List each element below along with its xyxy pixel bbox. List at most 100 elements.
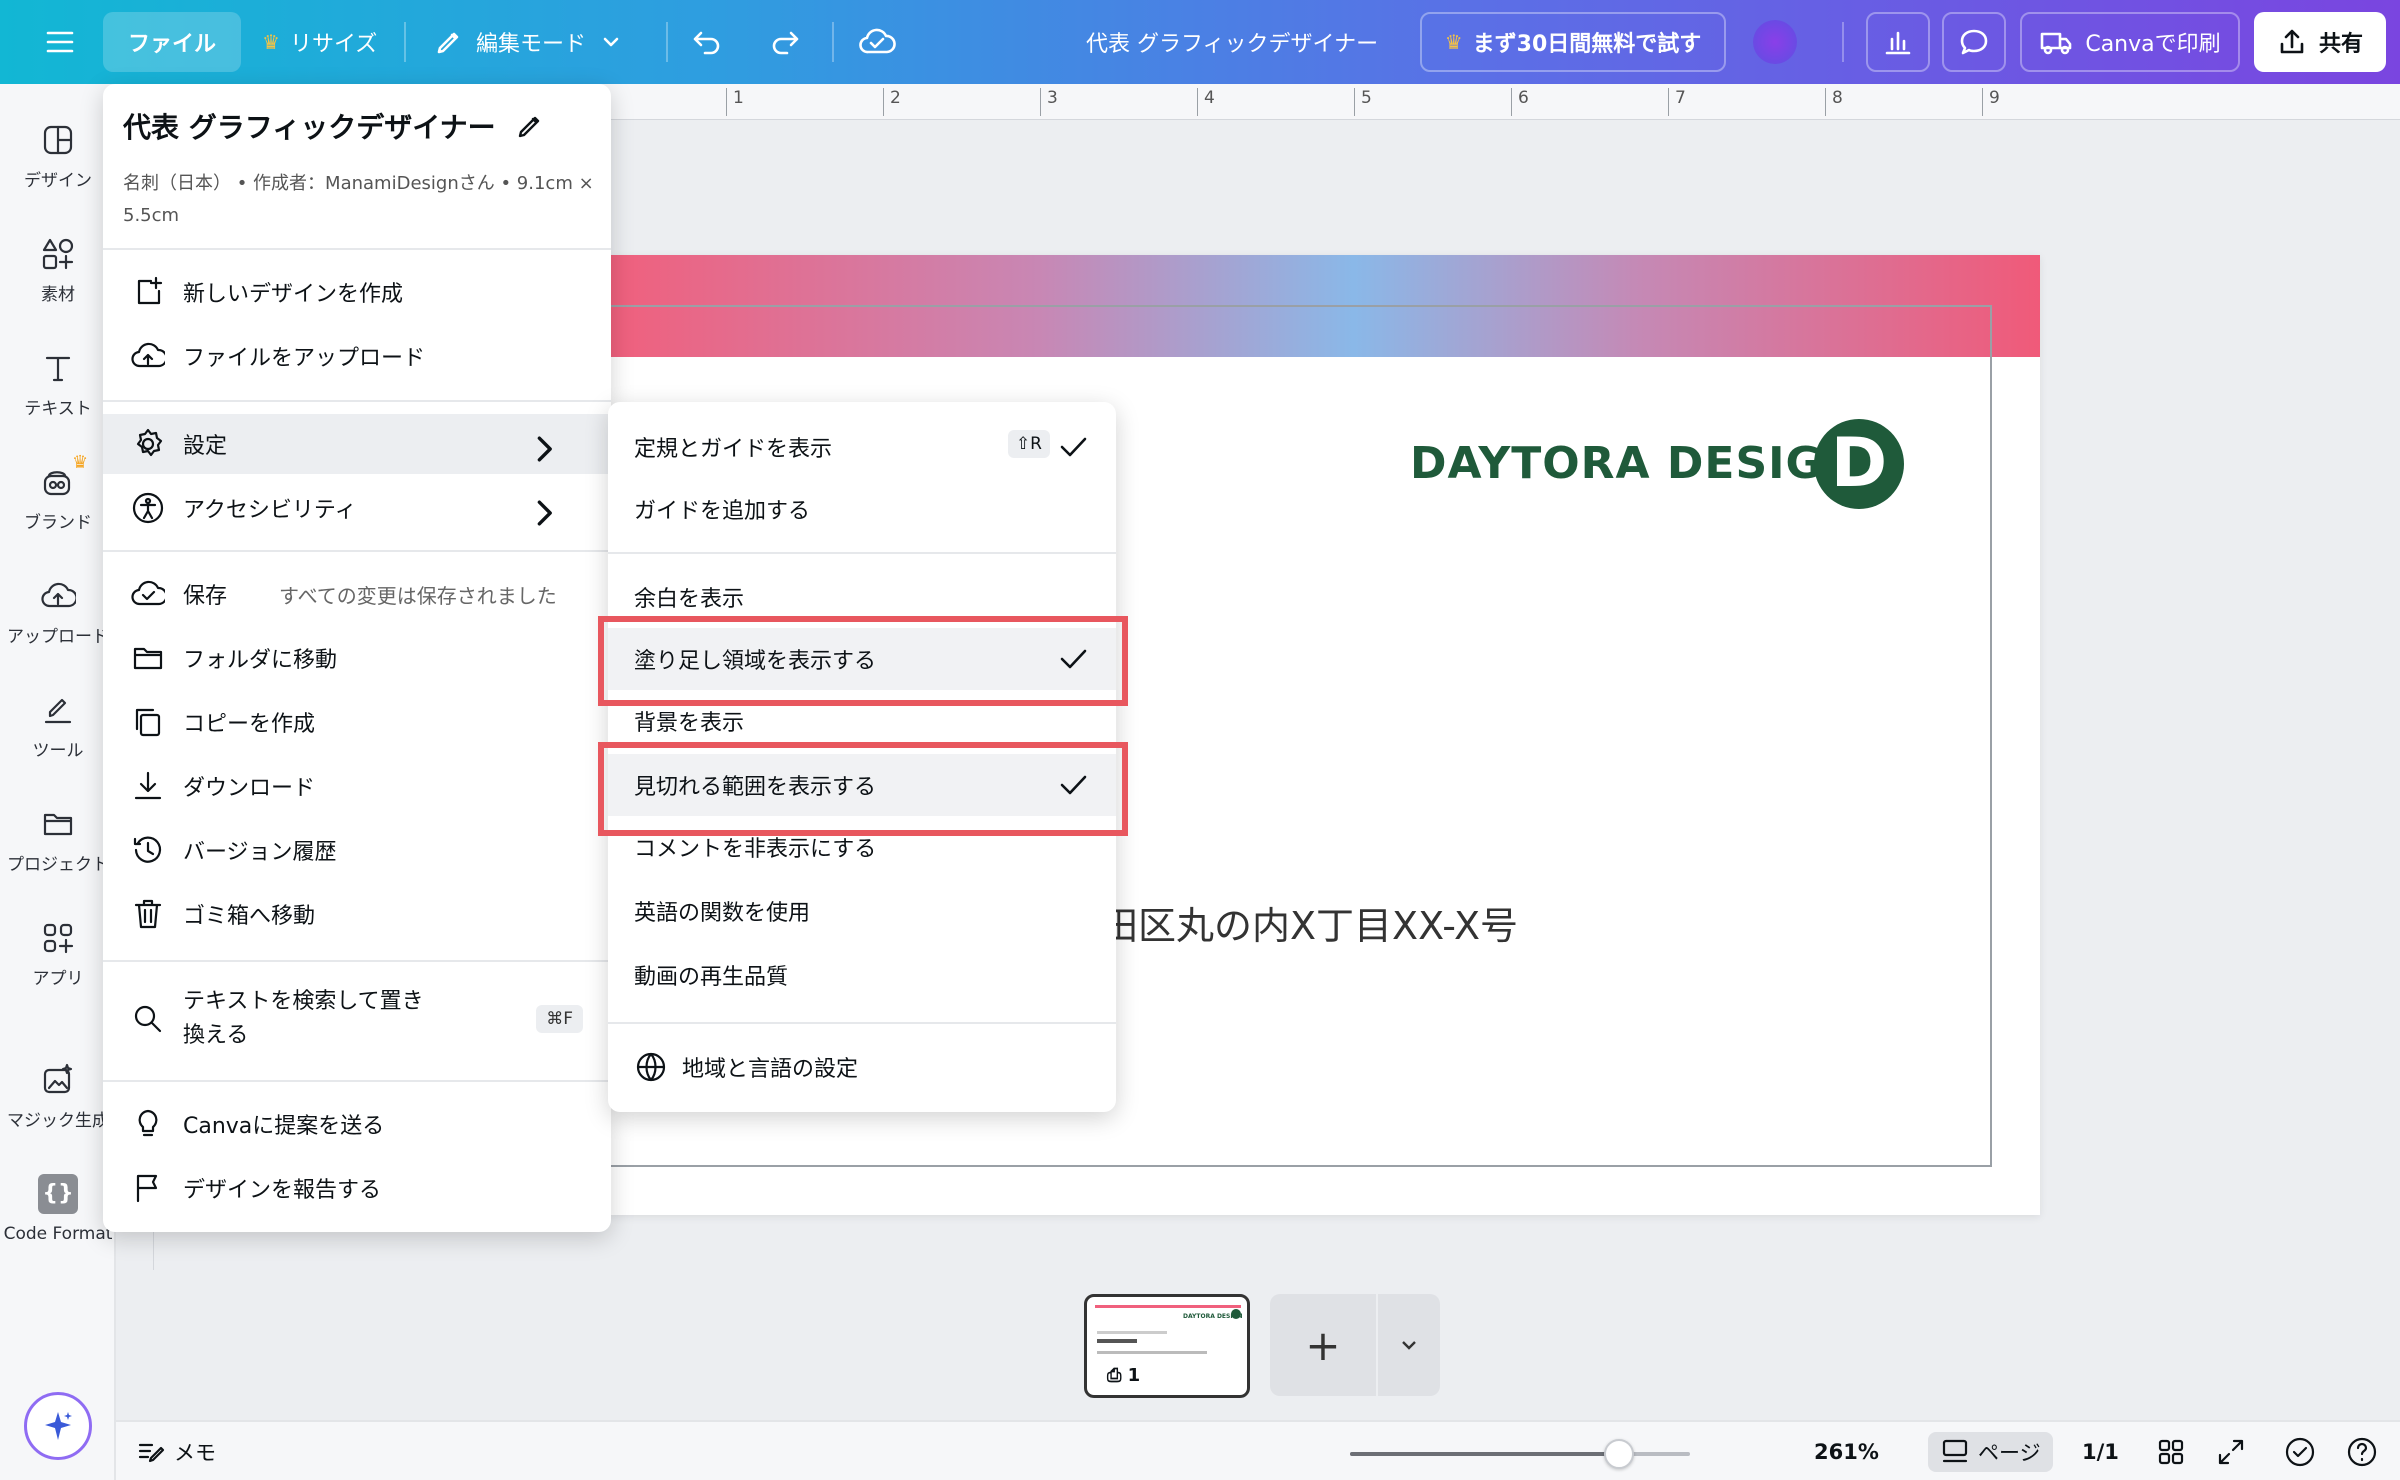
notes-button[interactable]: メモ	[136, 1432, 216, 1472]
globe-icon	[636, 1052, 666, 1082]
search-icon	[134, 1005, 162, 1033]
page-view-button[interactable]: ページ	[1928, 1432, 2053, 1472]
sidebar-item-uploads[interactable]: アップロード	[0, 570, 116, 670]
free-trial-button[interactable]: ♛ まず30日間無料で試す	[1420, 12, 1726, 72]
pencil-icon[interactable]	[514, 110, 546, 142]
sidebar-item-brand[interactable]: ブランド	[0, 456, 116, 556]
ruler-tick: 8	[1825, 88, 1843, 116]
sidebar-item-code-format[interactable]: {} Code Format	[0, 1168, 116, 1268]
submenu-item-add-guides[interactable]: ガイドを追加する	[608, 478, 1116, 540]
download-icon	[134, 771, 162, 800]
submenu-item-rulers[interactable]: 定規とガイドを表示 ⇧R	[608, 416, 1116, 478]
fullscreen-button[interactable]	[2216, 1432, 2246, 1472]
resize-button[interactable]: ♛ リサイズ	[262, 12, 377, 72]
shortcut-badge: ⌘F	[536, 1005, 583, 1033]
top-toolbar: ファイル ♛ リサイズ 編集モード 代表 グラフィックデザイナー ♛ まず30日間無…	[0, 0, 2400, 84]
expand-icon	[2218, 1439, 2244, 1465]
sidebar-item-elements[interactable]: 素材	[0, 228, 116, 328]
sidebar-item-tools[interactable]: ツール	[0, 684, 116, 784]
gear-icon	[136, 428, 163, 457]
redo-button[interactable]	[768, 12, 802, 72]
submenu-item-margins[interactable]: 余白を表示	[608, 566, 1116, 628]
menu-item-report[interactable]: デザインを報告する	[103, 1158, 611, 1218]
menu-item-move-folder[interactable]: フォルダに移動	[103, 628, 611, 688]
undo-button[interactable]	[690, 12, 724, 72]
print-button[interactable]: Canvaで印刷	[2020, 12, 2240, 72]
menu-item-accessibility[interactable]: アクセシビリティ	[103, 478, 611, 538]
check-icon	[1060, 775, 1087, 795]
ruler-tick: 5	[1354, 88, 1372, 116]
cloud-upload-icon	[131, 342, 165, 368]
menu-item-version-history[interactable]: バージョン履歴	[103, 820, 611, 880]
zoom-slider-knob[interactable]	[1603, 1439, 1634, 1469]
help-button[interactable]	[2346, 1432, 2378, 1472]
file-menu-button[interactable]: ファイル	[103, 12, 241, 72]
sidebar-item-projects[interactable]: プロジェクト	[0, 798, 116, 898]
sidebar-item-apps[interactable]: アプリ	[0, 912, 116, 1012]
menu-item-copy[interactable]: コピーを作成	[103, 692, 611, 752]
lightbulb-icon	[138, 1109, 158, 1137]
insights-button[interactable]	[1866, 12, 1930, 72]
check-design-button[interactable]	[2284, 1432, 2316, 1472]
submenu-item-bleed[interactable]: 塗り足し領域を表示する	[608, 628, 1116, 690]
new-design-icon	[137, 276, 163, 305]
magic-media-icon	[43, 1063, 73, 1094]
page-view-icon	[1942, 1439, 1968, 1463]
ruler-tick: 4	[1197, 88, 1215, 116]
magic-assistant-button[interactable]	[24, 1392, 92, 1460]
submenu-item-trim-area[interactable]: 見切れる範囲を表示する	[608, 754, 1116, 816]
page-number: ⎙ 1	[1107, 1365, 1141, 1386]
cloud-save-status[interactable]	[858, 12, 896, 72]
submenu-item-language[interactable]: 地域と言語の設定	[608, 1036, 1116, 1098]
submenu-item-video-quality[interactable]: 動画の再生品質	[608, 944, 1116, 1006]
check-icon	[1060, 649, 1087, 669]
menu-item-trash[interactable]: ゴミ箱へ移動	[103, 884, 611, 944]
menu-item-find-replace[interactable]: テキストを検索して置き換える ⌘F	[103, 974, 611, 1064]
brand-icon	[43, 471, 71, 496]
cloud-check-icon	[131, 580, 165, 606]
submenu-item-background[interactable]: 背景を表示	[608, 690, 1116, 752]
menu-item-suggest[interactable]: Canvaに提案を送る	[103, 1094, 611, 1154]
ruler-tick: 6	[1511, 88, 1529, 116]
settings-submenu: 定規とガイドを表示 ⇧R ガイドを追加する 余白を表示 塗り足し領域を表示する …	[608, 402, 1116, 1112]
submenu-item-english-functions[interactable]: 英語の関数を使用	[608, 880, 1116, 942]
share-button[interactable]: 共有	[2254, 12, 2386, 72]
edit-mode-button[interactable]: 編集モード	[434, 12, 622, 72]
menu-item-upload[interactable]: ファイルをアップロード	[103, 326, 611, 386]
sidebar-item-text[interactable]: テキスト	[0, 342, 116, 442]
copy-icon	[135, 708, 161, 737]
bar-chart-icon	[1885, 31, 1911, 55]
add-page-button[interactable]: +	[1270, 1294, 1376, 1396]
comment-icon	[1960, 29, 1988, 55]
sparkle-icon	[45, 1412, 72, 1440]
zoom-level[interactable]: 261%	[1814, 1432, 1879, 1472]
code-icon: {}	[38, 1174, 78, 1214]
logo-mark[interactable]: D	[1814, 419, 1904, 509]
sidebar-item-magic-media[interactable]: マジック生成	[0, 1054, 116, 1154]
submenu-item-hide-comments[interactable]: コメントを非表示にする	[608, 816, 1116, 878]
menu-item-download[interactable]: ダウンロード	[103, 756, 611, 816]
page-count[interactable]: 1/1	[2082, 1432, 2119, 1472]
comments-button[interactable]	[1942, 12, 2006, 72]
address-text[interactable]: 田区丸の内X丁目XX-X号	[1100, 895, 1518, 950]
menu-item-settings[interactable]: 設定	[103, 414, 611, 474]
share-icon	[2280, 29, 2304, 54]
draw-icon	[44, 698, 72, 724]
hamburger-menu-icon[interactable]	[36, 12, 84, 72]
zoom-slider[interactable]	[1350, 1439, 1690, 1469]
file-menu-title[interactable]: 代表 グラフィックデザイナー	[123, 106, 546, 146]
sidebar-item-design[interactable]: デザイン	[0, 114, 116, 214]
history-icon	[133, 836, 162, 863]
avatar[interactable]	[1746, 12, 1804, 72]
bottom-bar: メモ 261% ページ 1/1	[116, 1420, 2400, 1480]
shapes-icon	[42, 238, 74, 270]
page-thumbnail[interactable]: DAYTORA DESIGN ⎙ 1	[1084, 1294, 1250, 1398]
grid-view-button[interactable]	[2156, 1432, 2186, 1472]
design-title[interactable]: 代表 グラフィックデザイナー	[1086, 12, 1378, 72]
ruler-tick: 1	[726, 88, 744, 116]
menu-item-new-design[interactable]: 新しいデザインを作成	[103, 262, 611, 322]
add-page-dropdown[interactable]	[1376, 1294, 1440, 1396]
menu-item-save[interactable]: 保存 すべての変更は保存されました	[103, 564, 611, 624]
pencil-icon	[437, 32, 459, 54]
logo-text[interactable]: DAYTORA DESIGN	[1410, 438, 1860, 489]
